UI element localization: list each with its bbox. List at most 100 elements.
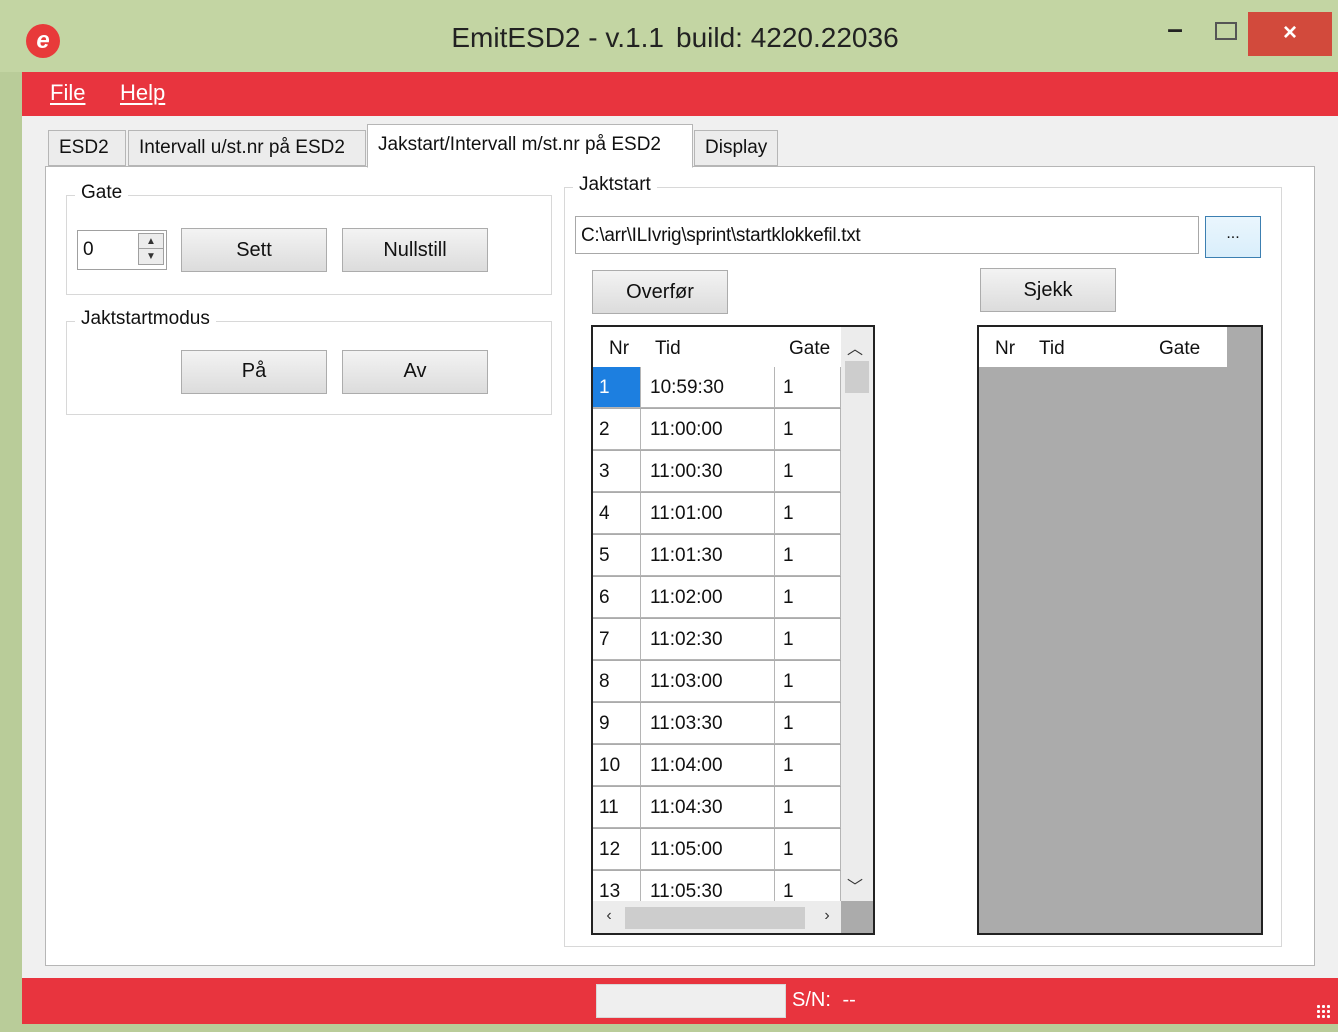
grid-header: Nr Tid Gate xyxy=(593,327,841,367)
cell-tid[interactable]: 11:04:30 xyxy=(641,787,775,828)
window-build-text: build: 4220.22036 xyxy=(676,22,899,53)
table-row[interactable]: 5 11:01:30 1 xyxy=(593,535,841,577)
cell-tid[interactable]: 11:03:30 xyxy=(641,703,775,744)
client-area: ESD2 Intervall u/st.nr på ESD2 Jakstart/… xyxy=(22,116,1338,978)
table-row[interactable]: 10 11:04:00 1 xyxy=(593,745,841,787)
status-bar: S/N: -- xyxy=(22,978,1338,1024)
cell-nr[interactable]: 11 xyxy=(593,787,641,828)
cell-tid[interactable]: 11:00:00 xyxy=(641,409,775,450)
vertical-scroll-thumb[interactable] xyxy=(845,361,869,393)
tab-esd2[interactable]: ESD2 xyxy=(48,130,126,166)
tab-intervall-uten-startnr[interactable]: Intervall u/st.nr på ESD2 xyxy=(128,130,366,166)
cell-tid[interactable]: 11:02:30 xyxy=(641,619,775,660)
cell-gate[interactable]: 1 xyxy=(775,787,841,828)
cell-gate[interactable]: 1 xyxy=(775,367,841,408)
menu-bar: File Help xyxy=(22,72,1338,116)
scroll-right-icon[interactable]: › xyxy=(813,907,841,925)
cell-tid[interactable]: 10:59:30 xyxy=(641,367,775,408)
cell-gate[interactable]: 1 xyxy=(775,493,841,534)
cell-gate[interactable]: 1 xyxy=(775,661,841,702)
check-column-header-tid[interactable]: Tid xyxy=(1039,338,1065,360)
serial-number-value: -- xyxy=(842,989,856,1011)
horizontal-scroll-thumb[interactable] xyxy=(625,907,805,929)
cell-nr[interactable]: 10 xyxy=(593,745,641,786)
column-header-tid[interactable]: Tid xyxy=(655,338,681,360)
cell-gate[interactable]: 1 xyxy=(775,829,841,870)
menu-help[interactable]: Help xyxy=(120,80,165,106)
cell-nr[interactable]: 5 xyxy=(593,535,641,576)
browse-button[interactable]: ... xyxy=(1205,216,1261,258)
reset-gate-button[interactable]: Nullstill xyxy=(342,228,488,272)
cell-gate[interactable]: 1 xyxy=(775,577,841,618)
cell-gate[interactable]: 1 xyxy=(775,451,841,492)
close-button[interactable]: × xyxy=(1248,12,1332,56)
table-row[interactable]: 8 11:03:00 1 xyxy=(593,661,841,703)
cell-tid[interactable]: 11:03:00 xyxy=(641,661,775,702)
table-row[interactable]: 2 11:00:00 1 xyxy=(593,409,841,451)
cell-gate[interactable]: 1 xyxy=(775,703,841,744)
serial-number: S/N: -- xyxy=(792,989,856,1012)
scroll-left-icon[interactable]: ‹ xyxy=(595,907,623,925)
check-list-grid[interactable]: Nr Tid Gate xyxy=(977,325,1263,935)
table-row[interactable]: 3 11:00:30 1 xyxy=(593,451,841,493)
mode-group-title: Jaktstartmodus xyxy=(75,308,216,330)
check-column-header-gate[interactable]: Gate xyxy=(1159,338,1200,360)
tab-display[interactable]: Display xyxy=(694,130,778,166)
horizontal-scrollbar[interactable]: ‹ › xyxy=(593,901,841,933)
resize-grip-icon[interactable] xyxy=(1316,1004,1332,1020)
cell-gate[interactable]: 1 xyxy=(775,619,841,660)
cell-nr[interactable]: 12 xyxy=(593,829,641,870)
cell-gate[interactable]: 1 xyxy=(775,535,841,576)
cell-tid[interactable]: 11:01:30 xyxy=(641,535,775,576)
transfer-button[interactable]: Overfør xyxy=(592,270,728,314)
table-row[interactable]: 4 11:01:00 1 xyxy=(593,493,841,535)
cell-tid[interactable]: 11:01:00 xyxy=(641,493,775,534)
vertical-scrollbar[interactable]: ︿ ﹀ xyxy=(841,327,873,901)
title-bar[interactable]: e EmitESD2 - v.1.1 build: 4220.22036 – × xyxy=(0,0,1338,72)
table-row[interactable]: 6 11:02:00 1 xyxy=(593,577,841,619)
cell-tid[interactable]: 11:05:00 xyxy=(641,829,775,870)
cell-nr[interactable]: 1 xyxy=(593,367,641,408)
cell-nr[interactable]: 6 xyxy=(593,577,641,618)
scroll-up-icon[interactable]: ︿ xyxy=(841,335,869,359)
tab-jakstart-intervall[interactable]: Jakstart/Intervall m/st.nr på ESD2 xyxy=(367,124,693,168)
maximize-button[interactable] xyxy=(1215,22,1237,40)
gate-group-title: Gate xyxy=(75,182,129,204)
start-list-grid[interactable]: Nr Tid Gate 1 10:59:30 1 2 11:00:00 1 3 11:00:3… xyxy=(591,325,875,935)
table-row[interactable]: 1 10:59:30 1 xyxy=(593,367,841,409)
app-window: e EmitESD2 - v.1.1 build: 4220.22036 – × … xyxy=(0,0,1338,1032)
window-title: EmitESD2 - v.1.1 build: 4220.22036 xyxy=(0,22,1338,54)
table-row[interactable]: 7 11:02:30 1 xyxy=(593,619,841,661)
table-row[interactable]: 12 11:05:00 1 xyxy=(593,829,841,871)
cell-nr[interactable]: 3 xyxy=(593,451,641,492)
cell-tid[interactable]: 11:04:00 xyxy=(641,745,775,786)
tab-panel: Gate 0 ▲ ▼ Sett Nullstill Jaktstartmodus… xyxy=(45,166,1315,966)
cell-tid[interactable]: 11:02:00 xyxy=(641,577,775,618)
cell-nr[interactable]: 9 xyxy=(593,703,641,744)
cell-nr[interactable]: 2 xyxy=(593,409,641,450)
set-gate-button[interactable]: Sett xyxy=(181,228,327,272)
window-title-text: EmitESD2 - v.1.1 xyxy=(451,22,664,53)
menu-file[interactable]: File xyxy=(50,80,85,106)
check-column-header-nr[interactable]: Nr xyxy=(995,338,1015,360)
spin-up-icon[interactable]: ▲ xyxy=(139,234,163,249)
file-path-input[interactable]: C:\arr\ILIvrig\sprint\startklokkefil.txt xyxy=(575,216,1199,254)
minimize-button[interactable]: – xyxy=(1160,15,1190,50)
cell-gate[interactable]: 1 xyxy=(775,409,841,450)
cell-tid[interactable]: 11:00:30 xyxy=(641,451,775,492)
column-header-nr[interactable]: Nr xyxy=(609,338,629,360)
mode-off-button[interactable]: Av xyxy=(342,350,488,394)
spinner-buttons: ▲ ▼ xyxy=(138,233,164,265)
cell-nr[interactable]: 8 xyxy=(593,661,641,702)
cell-gate[interactable]: 1 xyxy=(775,745,841,786)
mode-on-button[interactable]: På xyxy=(181,350,327,394)
check-button[interactable]: Sjekk xyxy=(980,268,1116,312)
gate-spinner[interactable]: 0 ▲ ▼ xyxy=(77,230,167,270)
table-row[interactable]: 9 11:03:30 1 xyxy=(593,703,841,745)
cell-nr[interactable]: 7 xyxy=(593,619,641,660)
table-row[interactable]: 11 11:04:30 1 xyxy=(593,787,841,829)
column-header-gate[interactable]: Gate xyxy=(789,338,830,360)
scroll-down-icon[interactable]: ﹀ xyxy=(841,873,869,897)
spin-down-icon[interactable]: ▼ xyxy=(139,249,163,264)
cell-nr[interactable]: 4 xyxy=(593,493,641,534)
